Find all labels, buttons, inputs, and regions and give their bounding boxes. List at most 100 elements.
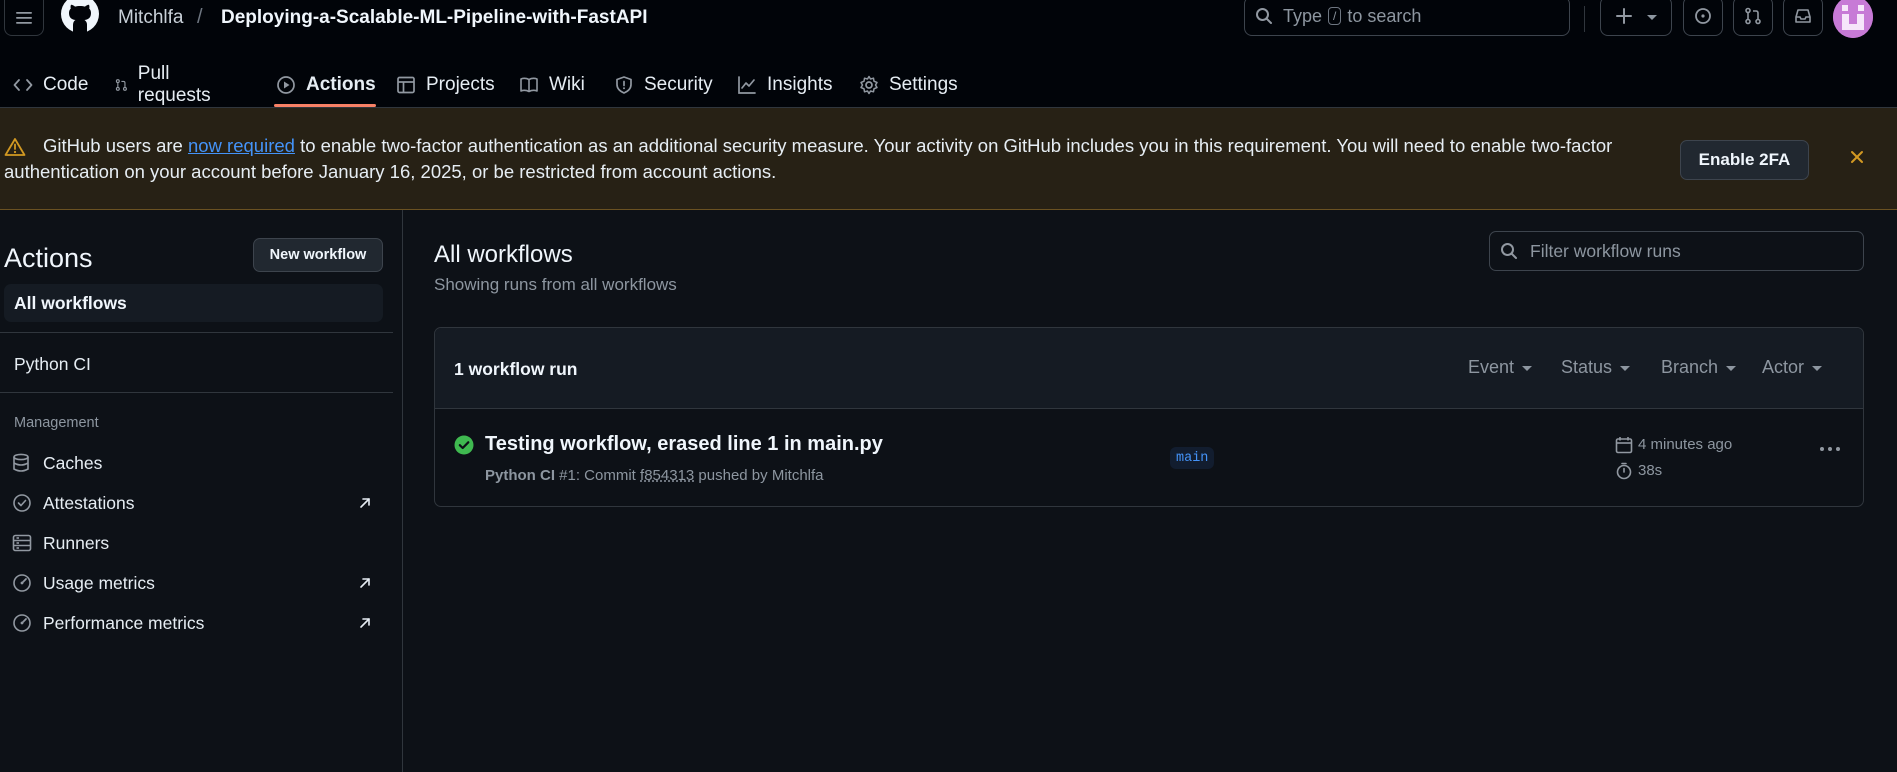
sidebar-item-python-ci[interactable]: Python CI [14,354,91,375]
tab-code[interactable]: Code [13,62,88,108]
link-external-icon [360,578,370,588]
sidebar-item-label: Usage metrics [43,572,155,593]
meter-icon [13,614,31,632]
link-external-icon [360,618,370,628]
branch-filter-dropdown[interactable]: Branch [1661,357,1737,378]
server-icon [12,534,32,552]
chevron-down-icon [1647,14,1657,20]
sidebar-item-label: All workflows [14,292,127,313]
graph-icon [738,76,756,94]
search-shortcut-key: / [1328,7,1342,25]
tab-pull-requests-label: Pull requests [137,63,211,106]
now-required-link[interactable]: now required [188,135,295,156]
event-filter-label: Event [1468,357,1515,377]
filter-input[interactable] [1530,240,1850,262]
issue-opened-icon [1695,8,1711,24]
sidebar-item-label: Runners [43,532,110,553]
sidebar-item-attestations[interactable]: Attestations [12,488,372,518]
chevron-down-icon [1620,366,1631,371]
commit-sha-link[interactable]: f854313 [640,467,694,484]
new-workflow-button[interactable]: New workflow [253,238,383,272]
workflow-run-row[interactable]: Testing workflow, erased line 1 in main.… [435,409,1863,506]
meter-icon [13,574,31,592]
sidebar-item-runners[interactable]: Runners [12,528,372,558]
sidebar-title: Actions [4,243,93,273]
plus-icon [1616,8,1632,24]
calendar-icon [1615,436,1633,453]
run-meta: Python CI #1: Commit f854313 pushed by M… [485,467,824,484]
search-prefix: Type [1283,5,1323,26]
breadcrumb-separator: / [197,6,203,28]
search-icon [1501,243,1517,259]
page-title: All workflows [434,241,573,268]
breadcrumb-repo[interactable]: Deploying-a-Scalable-ML-Pipeline-with-Fa… [221,7,648,29]
sidebar-item-usage-metrics[interactable]: Usage metrics [12,568,372,598]
code-icon [13,79,33,91]
tab-settings[interactable]: Settings [859,62,958,108]
table-icon [397,76,415,94]
tab-projects[interactable]: Projects [396,62,495,108]
tab-pull-requests[interactable]: Pull requests [115,62,216,108]
branch-label[interactable]: main [1170,447,1215,469]
book-icon [520,77,538,93]
git-pull-request-icon [1745,7,1761,25]
active-tab-indicator [274,104,376,107]
close-icon[interactable] [1849,149,1865,165]
chevron-down-icon [1522,366,1533,371]
tab-wiki[interactable]: Wiki [519,62,585,108]
run-meta-text: #1: Commit [555,467,641,484]
inbox-button[interactable] [1783,0,1823,36]
search-suffix: to search [1347,5,1422,26]
global-search[interactable]: Type / to search [1244,0,1570,36]
header-divider [1584,6,1585,32]
shield-icon [616,76,632,94]
tab-settings-label: Settings [889,74,958,95]
gear-icon [860,75,878,95]
tab-actions-label: Actions [306,74,376,95]
github-mark-icon [61,0,99,34]
hamburger-icon [16,11,32,24]
banner-message: GitHub users are now required to enable … [4,133,1664,185]
pull-requests-button[interactable] [1733,0,1773,36]
play-icon [277,76,295,94]
tab-wiki-label: Wiki [549,74,585,95]
run-title-link[interactable]: Testing workflow, erased line 1 in main.… [485,433,883,456]
avatar[interactable] [1833,0,1873,38]
github-logo[interactable] [60,0,100,36]
workflow-runs-list: 1 workflow run Event Status Branch Actor… [434,327,1864,507]
status-filter-label: Status [1561,357,1613,377]
sidebar-divider [0,392,393,393]
status-filter-dropdown[interactable]: Status [1561,357,1631,378]
tab-security-label: Security [644,74,713,95]
sidebar-item-performance-metrics[interactable]: Performance metrics [12,608,372,638]
sidebar-item-caches[interactable]: Caches [12,448,372,478]
chevron-down-icon [1726,366,1737,371]
runs-count: 1 workflow run [454,359,578,379]
filter-workflow-runs[interactable] [1489,231,1864,271]
chevron-down-icon [1812,366,1823,371]
breadcrumb-owner[interactable]: Mitchlfa [118,7,183,29]
create-new-button[interactable] [1600,0,1672,36]
git-pull-request-icon [115,79,127,91]
check-circle-icon [454,435,474,455]
event-filter-dropdown[interactable]: Event [1468,357,1533,378]
actions-sidebar: Actions New workflow All workflows Pytho… [0,210,403,772]
enable-2fa-button[interactable]: Enable 2FA [1680,140,1809,180]
issues-button[interactable] [1683,0,1723,36]
management-heading: Management [14,415,99,431]
tab-insights-label: Insights [767,74,833,95]
search-icon [1256,8,1272,24]
runs-list-header: 1 workflow run Event Status Branch Actor [435,328,1863,409]
menu-button[interactable] [4,0,44,36]
actor-filter-dropdown[interactable]: Actor [1762,357,1823,378]
database-icon [13,453,29,472]
tab-insights[interactable]: Insights [737,62,832,108]
kebab-horizontal-icon[interactable] [1819,446,1841,452]
tab-actions[interactable]: Actions [276,62,376,108]
banner-text-start: GitHub users are [43,135,188,156]
sidebar-item-all-workflows[interactable]: All workflows [4,284,383,322]
search-hint: Type / to search [1283,6,1421,27]
actor-filter-label: Actor [1762,357,1805,377]
tab-security[interactable]: Security [614,62,713,108]
sidebar-item-label: Caches [43,452,103,473]
